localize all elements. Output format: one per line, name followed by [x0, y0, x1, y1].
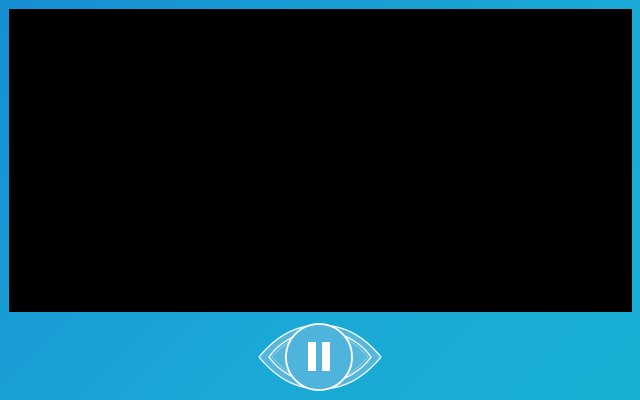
video-screen[interactable]	[9, 9, 632, 312]
pause-button[interactable]	[284, 322, 354, 392]
player-frame	[0, 0, 640, 400]
control-bar	[0, 312, 640, 400]
